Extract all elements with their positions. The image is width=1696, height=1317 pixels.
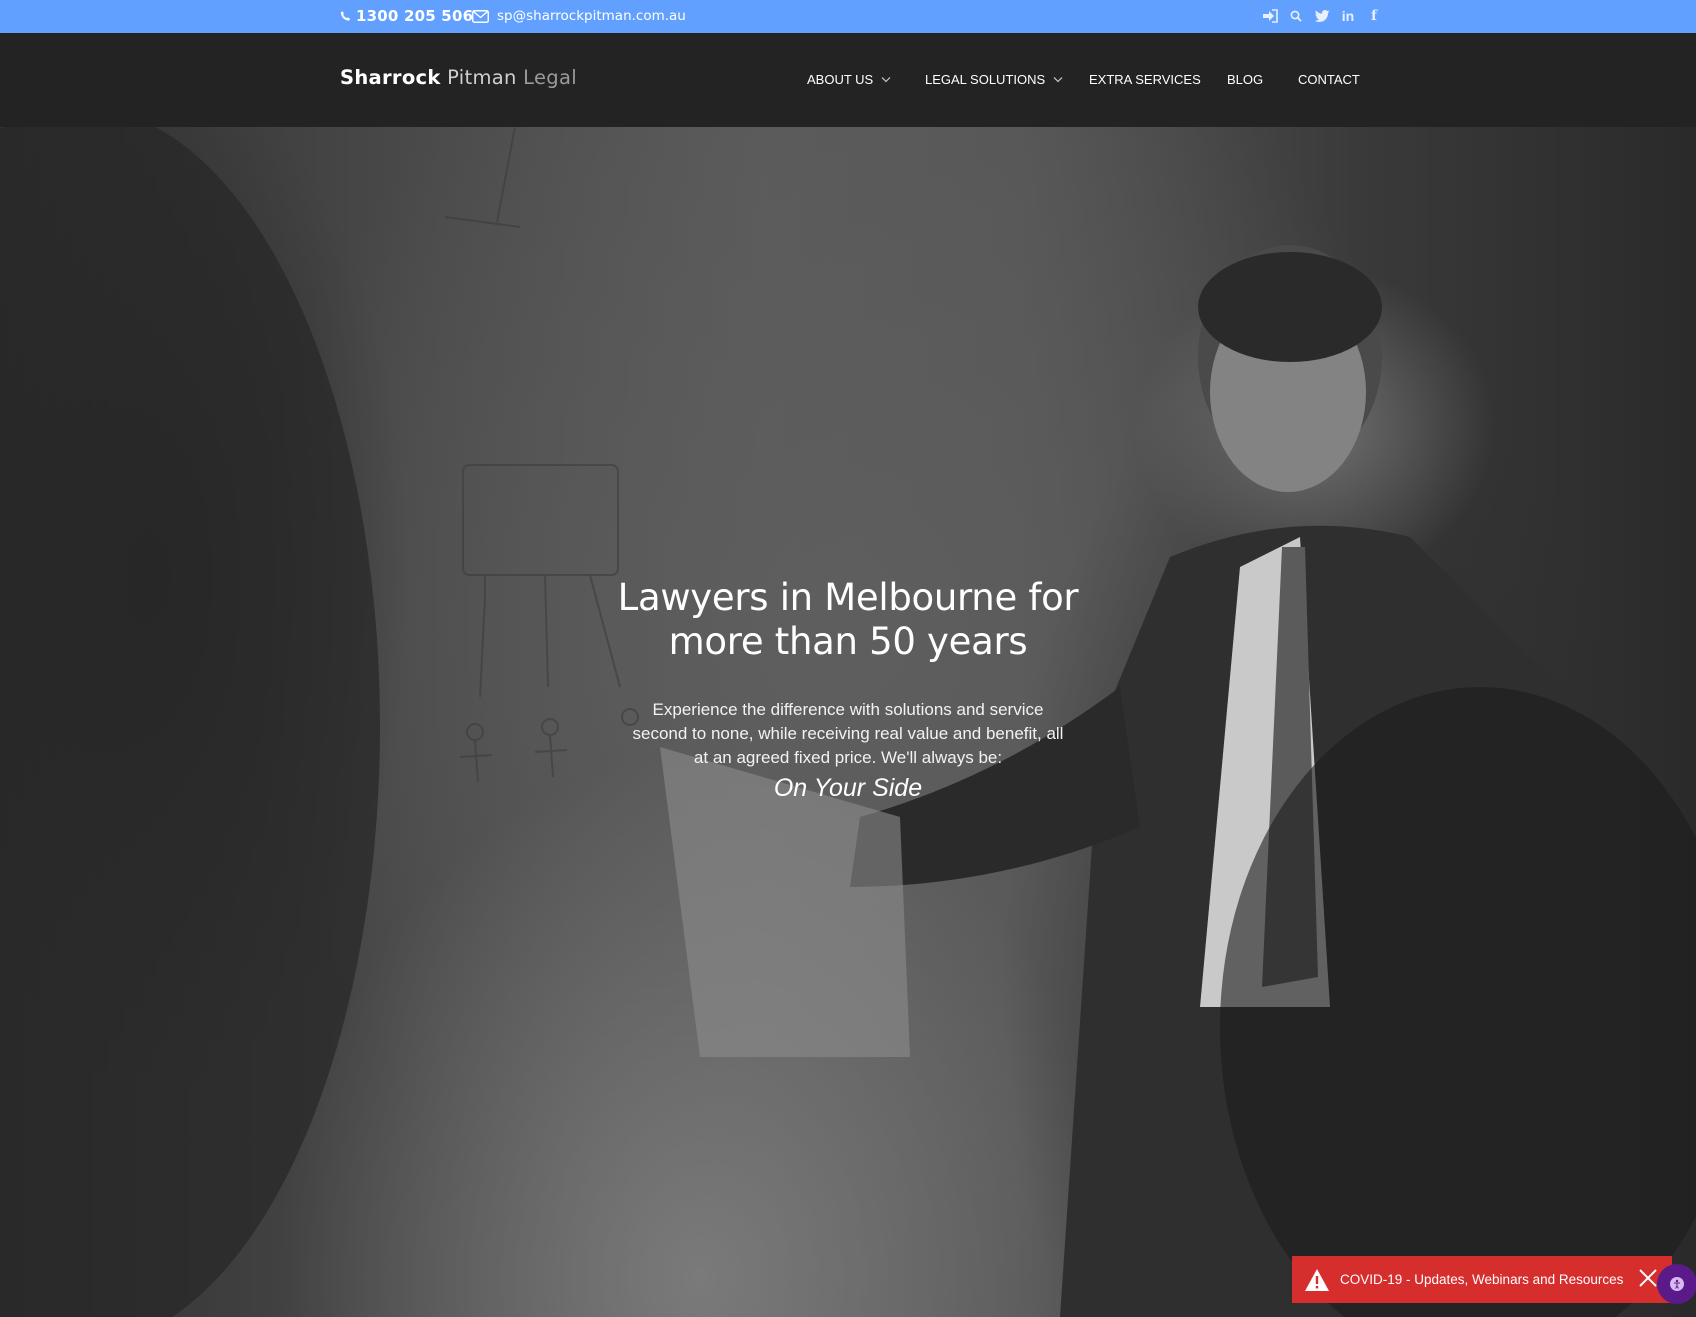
- hero-tagline: On Your Side: [773, 774, 923, 802]
- logo-word-pitman: Pitman: [447, 66, 517, 89]
- linkedin-glyph: in: [1341, 8, 1355, 24]
- nav-item-extra-services[interactable]: EXTRA SERVICES: [1089, 72, 1201, 87]
- nav-item-label: LEGAL SOLUTIONS: [925, 72, 1046, 87]
- nav-item-label: CONTACT: [1298, 72, 1360, 87]
- nav-item-label: ABOUT US: [807, 72, 874, 87]
- chevron-down-icon: [1053, 77, 1063, 83]
- twitter-icon[interactable]: [1314, 7, 1330, 25]
- facebook-glyph: f: [1370, 8, 1378, 24]
- logo-word-legal: Legal: [523, 66, 577, 89]
- nav-item-contact[interactable]: CONTACT: [1298, 72, 1360, 87]
- topbar-icon-group: in f: [1262, 7, 1382, 25]
- phone-link[interactable]: 1300 205 506: [340, 7, 473, 25]
- nav-item-legal-solutions[interactable]: LEGAL SOLUTIONS: [925, 72, 1063, 87]
- close-icon[interactable]: [1638, 1268, 1658, 1288]
- login-icon[interactable]: [1262, 7, 1278, 25]
- hero-text-block: Lawyers in Melbourne for more than 50 ye…: [548, 576, 1148, 803]
- facebook-icon[interactable]: f: [1366, 7, 1382, 25]
- nav-item-label: BLOG: [1227, 72, 1264, 87]
- email-link[interactable]: sp@sharrockpitman.com.au: [472, 8, 686, 24]
- linkedin-icon[interactable]: in: [1340, 7, 1356, 25]
- phone-number: 1300 205 506: [356, 7, 474, 25]
- nav-item-label: EXTRA SERVICES: [1089, 72, 1201, 87]
- logo-word-sharrock: Sharrock: [340, 66, 441, 89]
- top-utility-bar: 1300 205 506 sp@sharrockpitman.com.au in…: [0, 0, 1696, 33]
- hero-title-line-1: Lawyers in Melbourne for: [617, 576, 1079, 619]
- email-address: sp@sharrockpitman.com.au: [497, 8, 686, 24]
- nav-item-about-us[interactable]: ABOUT US: [807, 72, 891, 87]
- accessibility-icon: [1670, 1277, 1684, 1291]
- hero-title: Lawyers in Melbourne for more than 50 ye…: [548, 576, 1148, 664]
- hero-description: Experience the difference with solutions…: [632, 700, 1064, 767]
- covid-notice-text: COVID-19 - Updates, Webinars and Resourc…: [1340, 1272, 1624, 1287]
- site-logo[interactable]: Sharrock Pitman Legal: [340, 66, 577, 89]
- covid-notice-bar[interactable]: COVID-19 - Updates, Webinars and Resourc…: [1292, 1256, 1672, 1303]
- hero-title-line-2: more than 50 years: [668, 620, 1028, 663]
- envelope-icon: [472, 9, 489, 23]
- accessibility-button[interactable]: [1657, 1264, 1696, 1304]
- hero-section: Lawyers in Melbourne for more than 50 ye…: [0, 127, 1696, 1317]
- phone-icon: [340, 11, 351, 21]
- nav-item-blog[interactable]: BLOG: [1227, 72, 1263, 87]
- chevron-down-icon: [881, 77, 891, 83]
- search-icon[interactable]: [1288, 7, 1304, 25]
- warning-icon: [1305, 1268, 1329, 1291]
- site-header: Sharrock Pitman Legal ABOUT US LEGAL SOL…: [0, 33, 1696, 127]
